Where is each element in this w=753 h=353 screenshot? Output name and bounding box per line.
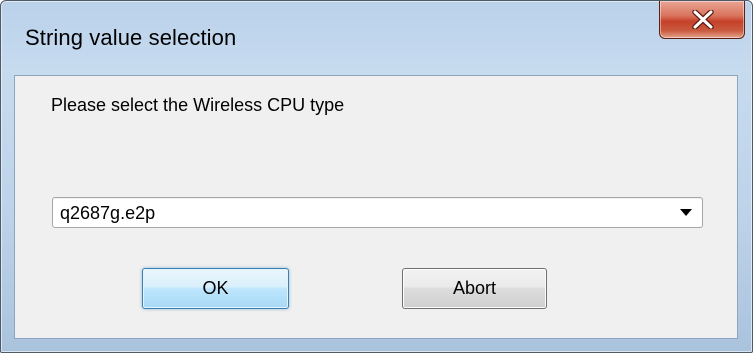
window-title: String value selection [25,25,237,50]
abort-button[interactable]: Abort [402,268,547,309]
chevron-down-icon[interactable] [680,209,692,216]
prompt-label: Please select the Wireless CPU type [51,95,345,115]
ok-button[interactable]: OK [142,268,289,309]
dialog-content: Please select the Wireless CPU type q268… [14,75,738,339]
dialog-window: String value selection Please select the… [0,0,753,353]
cpu-type-select[interactable]: q2687g.e2p [52,197,703,228]
close-button[interactable] [659,1,745,39]
close-icon [692,10,714,29]
select-value: q2687g.e2p [60,203,156,223]
title-bar[interactable]: String value selection [1,1,752,75]
